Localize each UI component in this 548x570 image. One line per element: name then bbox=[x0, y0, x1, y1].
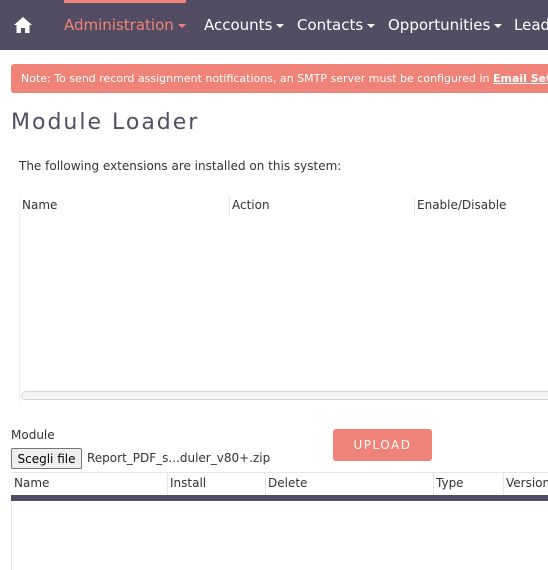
selected-file-name: Report_PDF_s...duler_v80+.zip bbox=[87, 451, 271, 465]
chevron-down-icon bbox=[276, 23, 285, 28]
table-header-bar bbox=[11, 495, 548, 501]
column-header-action: Action bbox=[232, 198, 270, 212]
nav-item-accounts[interactable]: Accounts bbox=[204, 0, 285, 50]
table-top-border bbox=[11, 472, 548, 473]
email-settings-link[interactable]: Email Settings bbox=[493, 72, 548, 85]
installed-extensions-intro: The following extensions are installed o… bbox=[19, 159, 342, 173]
column-header-name: Name bbox=[22, 198, 58, 212]
upload-button[interactable]: UPLOAD bbox=[333, 429, 432, 461]
upload-column-header-delete: Delete bbox=[268, 476, 308, 490]
home-button[interactable] bbox=[0, 0, 46, 50]
choose-file-button[interactable]: Scegli file bbox=[11, 448, 82, 469]
upload-column-header-install: Install bbox=[170, 476, 207, 490]
page-title: Module Loader bbox=[11, 110, 200, 135]
chevron-down-icon bbox=[494, 23, 503, 28]
nav-item-label: Accounts bbox=[204, 16, 273, 34]
nav-item-opportunities[interactable]: Opportunities bbox=[388, 0, 503, 50]
nav-item-label: Opportunities bbox=[388, 16, 491, 34]
nav-item-label: Leads bbox=[514, 16, 548, 34]
upload-column-header-type: Type bbox=[436, 476, 464, 490]
nav-item-contacts[interactable]: Contacts bbox=[297, 0, 376, 50]
home-icon bbox=[14, 17, 32, 33]
table-left-border bbox=[11, 501, 12, 570]
nav-item-label: Administration bbox=[64, 16, 174, 34]
smtp-notice-banner: Note: To send record assignment notifica… bbox=[11, 64, 548, 93]
column-header-enable-disable: Enable/Disable bbox=[417, 198, 507, 212]
nav-item-administration[interactable]: Administration bbox=[64, 0, 186, 50]
nav-item-label: Contacts bbox=[297, 16, 364, 34]
installed-extensions-panel bbox=[19, 195, 548, 405]
upload-column-header-name: Name bbox=[14, 476, 50, 490]
chevron-down-icon bbox=[367, 23, 376, 28]
nav-item-leads[interactable]: Leads bbox=[514, 0, 548, 50]
chevron-down-icon bbox=[177, 23, 186, 28]
horizontal-scrollbar[interactable] bbox=[21, 391, 548, 400]
top-navigation-bar: Administration Accounts Contacts Opportu… bbox=[0, 0, 548, 50]
notice-text: Note: To send record assignment notifica… bbox=[21, 72, 493, 85]
upload-column-header-version: Version bbox=[506, 476, 548, 490]
module-label: Module bbox=[11, 428, 55, 442]
